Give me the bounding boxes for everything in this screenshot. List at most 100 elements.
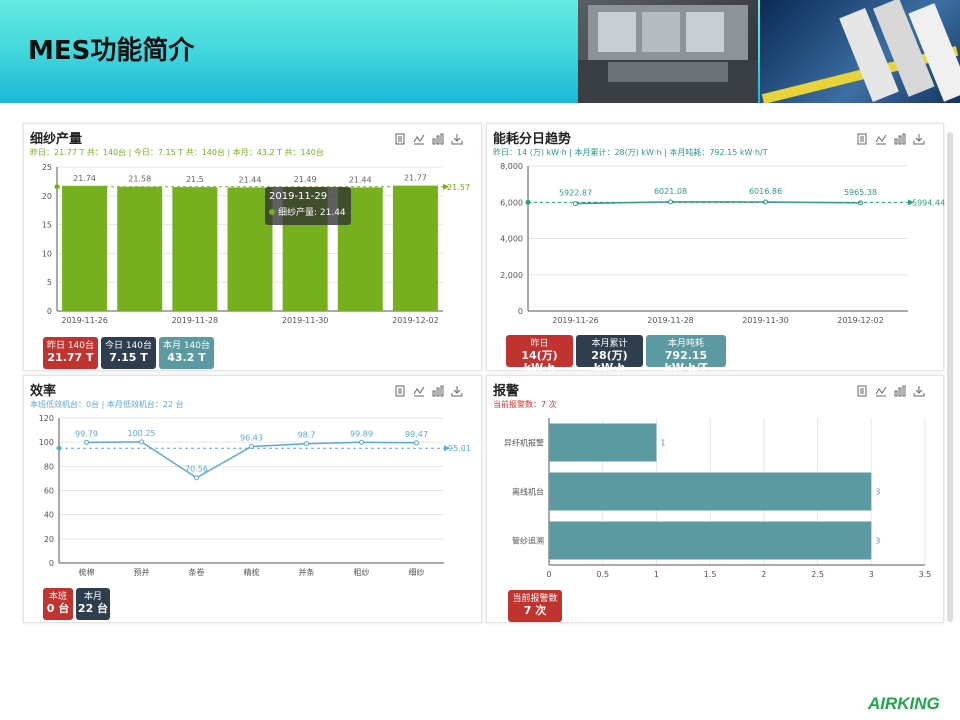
y-tick-label: 15 [42,221,52,230]
x-tick-label: 条卷 [189,567,205,577]
x-tick-label: 3.5 [919,570,932,579]
badge-label: 昨日 140台 [46,341,95,351]
data-label: 21.44 [349,176,372,185]
badge-value: 28(万) kW·h [591,349,628,374]
badge-label: 本月吨耗 [667,339,704,349]
data-label: 6016.86 [749,187,782,196]
stat-badge: 本月累计 28(万) kW·h [576,335,643,374]
y-tick-label: 离线机台 [512,487,544,497]
scrollbar[interactable] [947,132,953,622]
badge-value: 21.77 T [47,351,94,364]
data-label: 99.79 [75,429,98,438]
data-label: 21.77 [404,174,427,183]
badge-value: 43.2 T [167,351,206,364]
data-label: 5922.87 [559,189,592,198]
x-tick-label: 2019-11-28 [172,316,219,325]
bar [172,187,218,311]
stat-badge: 当前报警数 7 次 [508,590,562,622]
data-point [139,439,144,445]
data-label: 21.5 [186,175,204,184]
data-point [84,439,89,445]
x-tick-label: 梳棉 [79,567,95,577]
x-tick-label: 细纱 [409,567,425,577]
y-tick-label: 80 [44,462,54,471]
tooltip-date: 2019-11-29 [269,191,328,202]
badge-value: 14(万) kW·h [521,349,558,374]
y-tick-label: 6,000 [500,198,523,207]
x-tick-label: 3 [869,570,874,579]
stat-badge: 昨日 14(万) kW·h [506,335,573,374]
x-tick-label: 精梳 [244,567,260,577]
x-tick-label: 2019-11-26 [61,316,108,325]
x-tick-label: 2019-11-26 [552,316,599,325]
y-tick-label: 120 [39,414,54,423]
yarn-output-chart: 051015202521.74 21.58 21.5 21.44 21.49 21.44 2… [42,163,470,325]
badge-value: 792.15 kW·h/T [664,349,708,374]
average-start-marker [56,445,62,451]
y-tick-label: 20 [44,535,54,544]
x-tick-label: 2019-11-30 [282,316,329,325]
x-tick-label: 2.5 [811,570,824,579]
x-tick-label: 并条 [299,567,315,577]
y-tick-label: 25 [42,163,52,172]
x-tick-label: 0 [546,570,551,579]
stat-badge: 本月吨耗 792.15 kW·h/T [646,335,726,374]
y-tick-label: 100 [39,438,54,447]
data-point [858,200,863,206]
tooltip-dot-icon [269,209,275,215]
data-point [304,441,309,447]
devices-illustration [761,0,960,103]
company-logo: AIRKING [868,694,940,713]
bar [392,185,438,311]
data-point [414,440,419,446]
x-tick-label: 0.5 [596,570,609,579]
average-label: 95.01 [448,444,471,453]
efficiency-panel: 效率 本班低效机台：0台 | 本月低效机台：22 台 0 20 40 60 80 100 1… [23,375,482,623]
data-label: 98.7 [298,431,316,440]
stat-badge: 本班 0 台 [43,588,73,620]
y-tick-label: 40 [44,511,54,520]
tooltip-value: 细纱产量: 21.44 [278,208,346,218]
chart-tooltip: 2019-11-29 细纱产量: 21.44 [265,187,351,225]
y-tick-label: 管纱追溯 [512,536,544,546]
y-tick-label: 4,000 [500,235,523,244]
data-label: 21.58 [128,175,151,184]
x-tick-label: 粗纱 [354,567,370,577]
badge-label: 本月 [83,592,102,602]
data-label: 6021.08 [654,187,687,196]
badge-value: 22 台 [77,602,109,615]
bar [117,186,163,311]
stat-badge: 昨日 140台 21.77 T [43,337,98,369]
badge-value: 0 台 [46,602,70,615]
badge-label: 本月累计 [591,339,628,349]
data-point [668,199,673,205]
x-tick-label: 预并 [134,567,150,577]
x-tick-label: 2 [761,570,766,579]
badge-label: 昨日 [530,339,549,349]
stat-badge: 今日 140台 7.15 T [101,337,156,369]
y-tick-label: 0 [47,307,52,316]
average-label: 5994.44 [912,198,945,207]
y-tick-label: 60 [44,487,54,496]
data-label: 3 [875,537,880,546]
y-tick-label: 8,000 [500,162,523,171]
badge-label: 本班 [48,592,67,602]
stat-badge: 本月 22 台 [76,588,110,620]
data-label: 21.44 [239,176,262,185]
badge-label: 今日 140台 [104,341,153,351]
y-tick-label: 异纤机报警 [504,438,544,448]
data-point [359,439,364,445]
data-label: 3 [875,488,880,497]
data-label: 99.47 [405,430,428,439]
x-tick-label: 1.5 [704,570,717,579]
y-tick-label: 20 [42,192,52,201]
average-label: 21.57 [447,183,470,192]
page-title: MES功能简介 [28,36,195,66]
data-label: 99.89 [350,429,373,438]
data-label: 70.56 [185,465,208,474]
data-label: 5965.38 [844,188,877,197]
data-label: 21.49 [294,175,317,184]
x-tick-label: 2019-11-30 [742,316,789,325]
x-tick-label: 1 [654,570,659,579]
yarn-output-panel: 细纱产量 昨日：21.77 T 共：140台 | 今日：7.15 T 共：140… [23,123,482,371]
